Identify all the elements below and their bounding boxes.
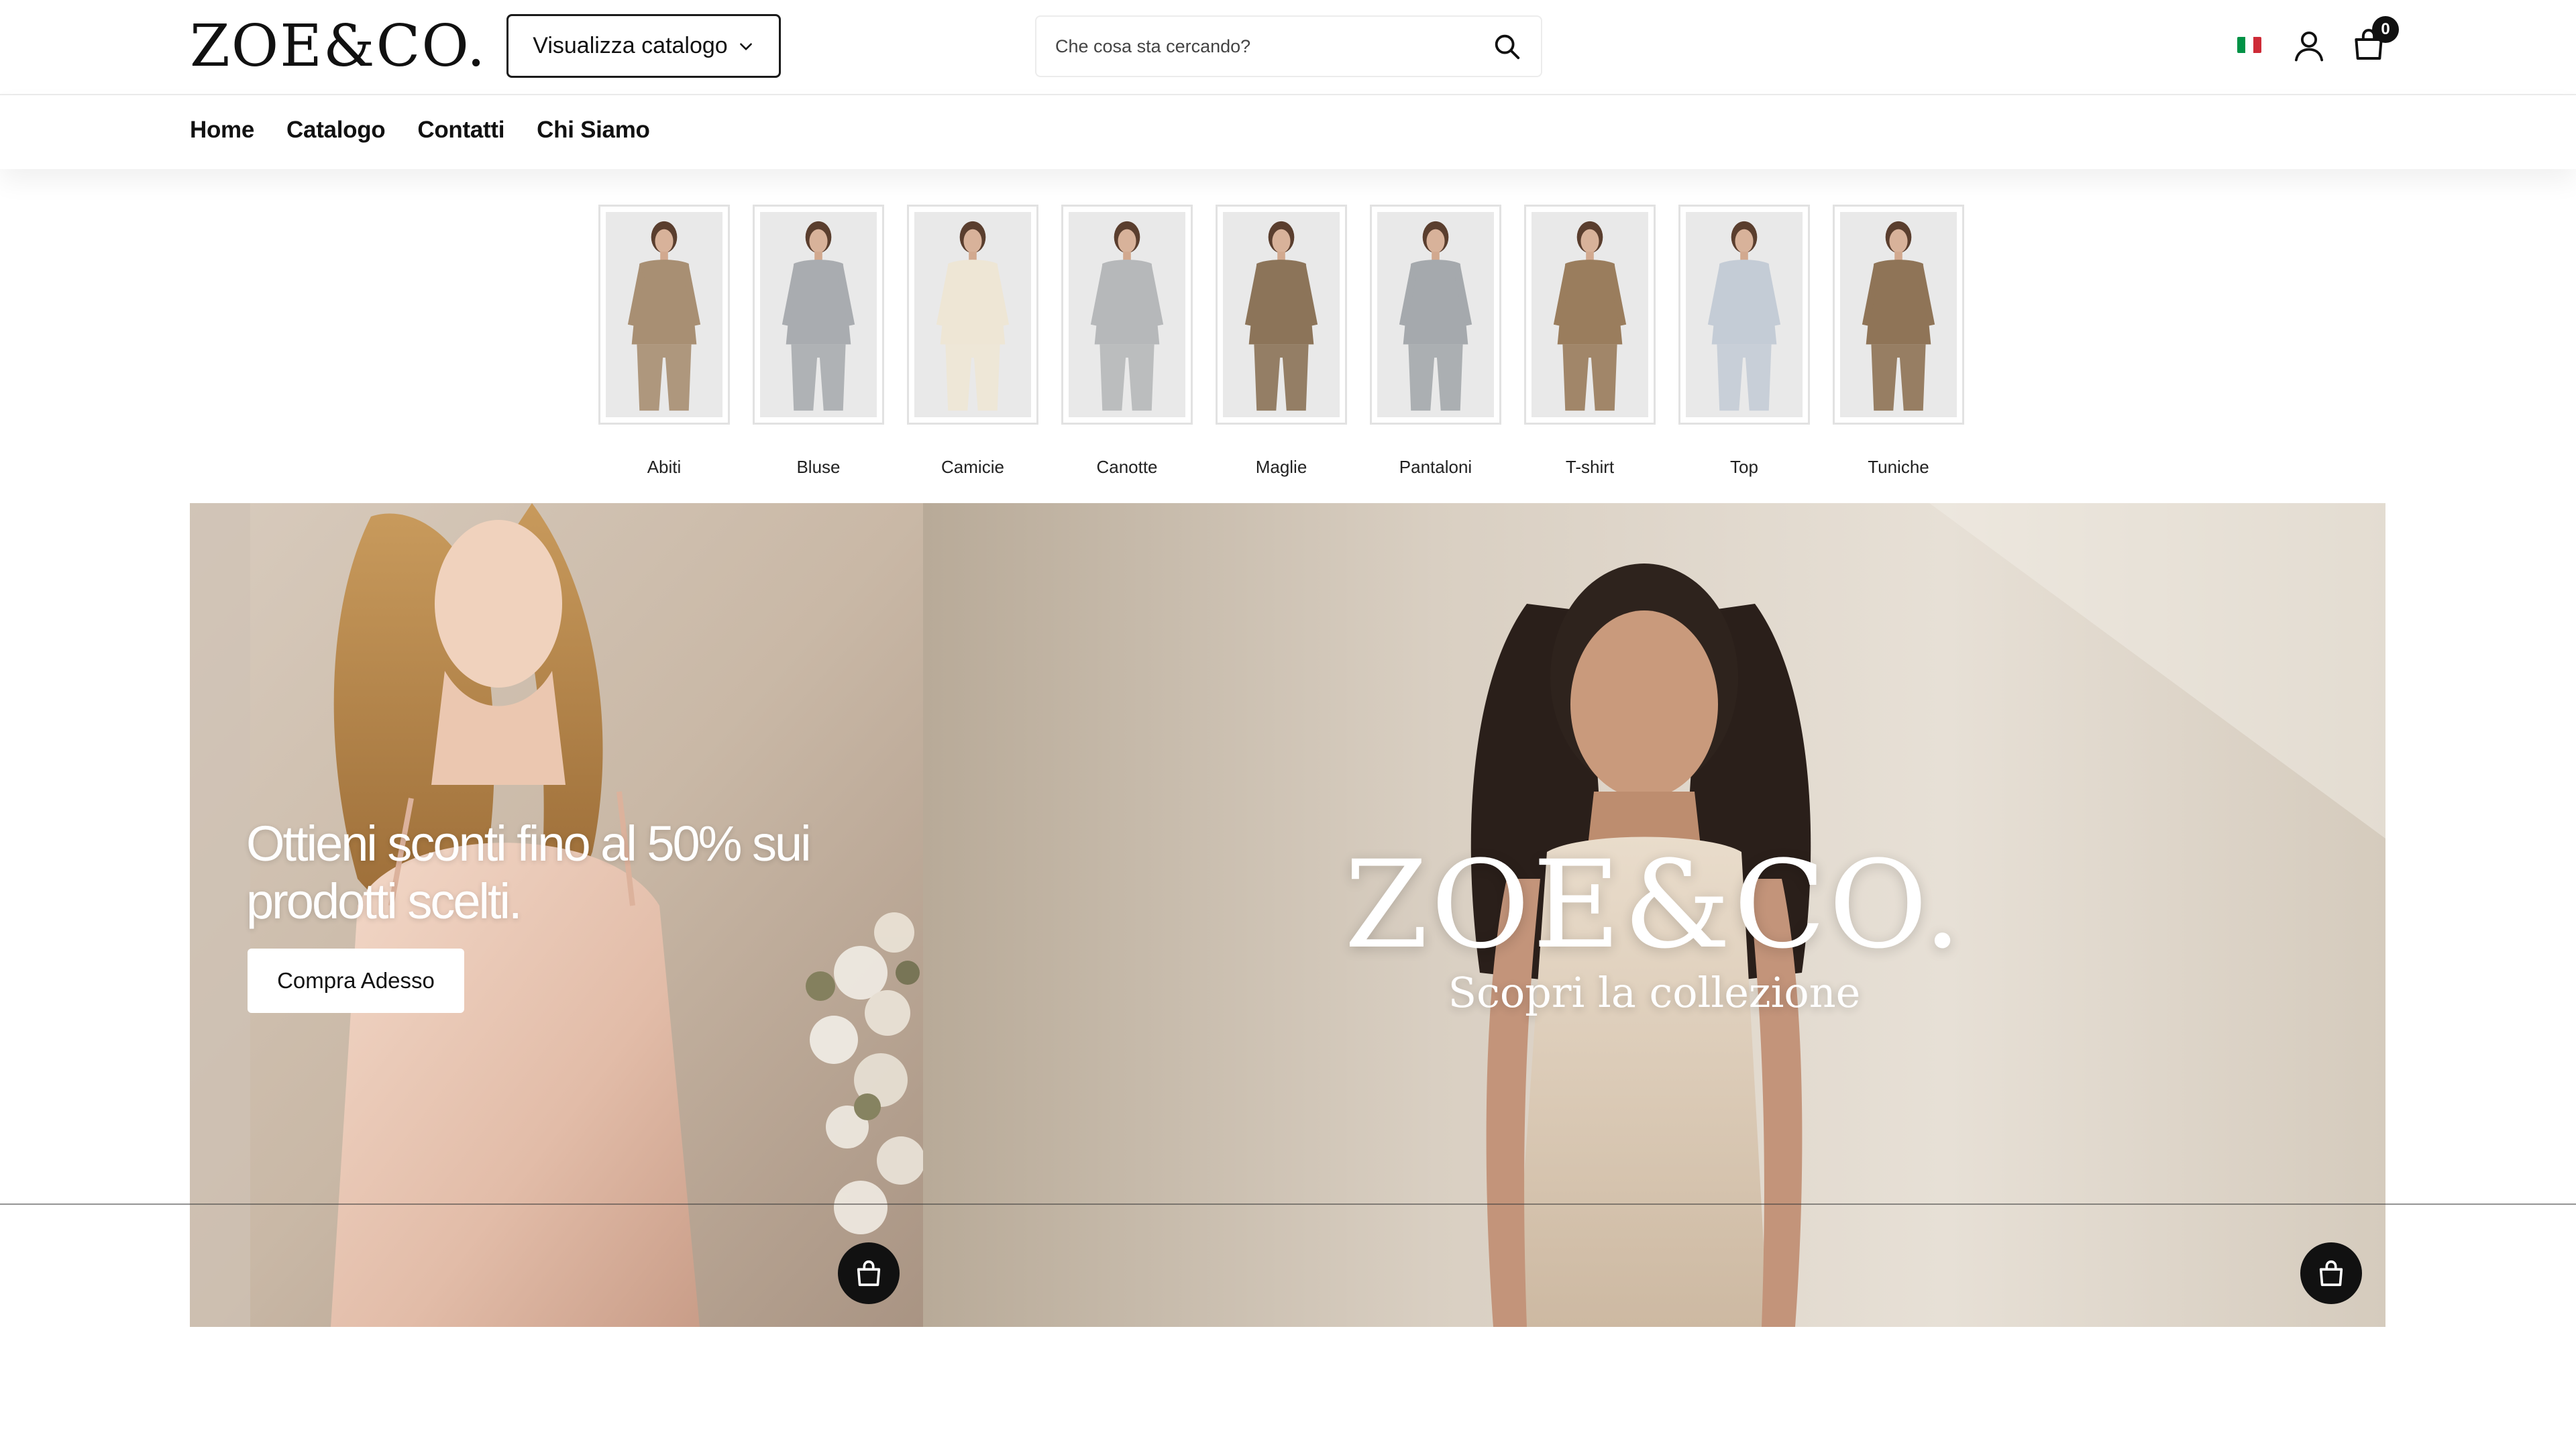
nav-item-catalogo[interactable]: Catalogo: [286, 117, 386, 144]
header-top: ZOE&CO. Visualizza catalogo 0: [0, 0, 2576, 95]
nav-item-chi-siamo[interactable]: Chi Siamo: [537, 117, 650, 144]
category-thumbnail[interactable]: [1061, 205, 1193, 425]
quick-shop-button[interactable]: [2300, 1242, 2362, 1304]
main-nav: Home Catalogo Contatti Chi Siamo: [0, 95, 2576, 169]
category-maglie[interactable]: Maglie: [1216, 205, 1347, 478]
sticky-divider: [0, 1203, 2576, 1205]
nav-item-contatti[interactable]: Contatti: [417, 117, 504, 144]
search-box: [1035, 15, 1542, 77]
category-top[interactable]: Top: [1678, 205, 1810, 478]
cart-count-badge: 0: [2372, 16, 2399, 43]
category-abiti[interactable]: Abiti: [598, 205, 730, 478]
category-strip: Abiti Bluse Camicie Canotte Maglie Pantaloni T…: [598, 205, 1964, 478]
category-camicie[interactable]: Camicie: [907, 205, 1038, 478]
category-label: Canotte: [1096, 457, 1158, 477]
search-icon[interactable]: [1491, 31, 1522, 62]
hero-logo: ZOE&CO.: [1344, 835, 1965, 975]
hero-subtitle: Scopri la collezione: [1448, 968, 1861, 1017]
category-t-shirt[interactable]: T-shirt: [1524, 205, 1656, 478]
italy-flag-icon[interactable]: [2237, 37, 2261, 53]
category-thumbnail[interactable]: [907, 205, 1038, 425]
category-label: Camicie: [941, 457, 1004, 477]
category-bluse[interactable]: Bluse: [753, 205, 884, 478]
category-thumbnail[interactable]: [598, 205, 730, 425]
shop-now-button[interactable]: Compra Adesso: [248, 949, 464, 1013]
category-label: Bluse: [796, 457, 841, 477]
promo-headline: Ottieni sconti fino al 50% sui prodotti …: [246, 816, 812, 929]
category-thumbnail[interactable]: [1216, 205, 1347, 425]
nav-item-home[interactable]: Home: [190, 117, 254, 144]
shopping-bag-icon: [857, 1260, 881, 1287]
search-input[interactable]: [1055, 36, 1485, 57]
category-thumbnail[interactable]: [1833, 205, 1964, 425]
category-pantaloni[interactable]: Pantaloni: [1370, 205, 1501, 478]
category-canotte[interactable]: Canotte: [1061, 205, 1193, 478]
category-label: Top: [1730, 457, 1758, 477]
shopping-bag-icon: [2319, 1260, 2343, 1287]
user-account-icon[interactable]: [2291, 27, 2327, 64]
catalog-button-label: Visualizza catalogo: [533, 33, 728, 58]
site-logo[interactable]: ZOE&CO.: [190, 16, 486, 76]
category-thumbnail[interactable]: [1524, 205, 1656, 425]
quick-shop-button[interactable]: [838, 1242, 900, 1304]
flag-stripe-green: [2237, 37, 2245, 53]
category-thumbnail[interactable]: [1370, 205, 1501, 425]
catalog-dropdown-button[interactable]: Visualizza catalogo: [506, 14, 781, 78]
category-tuniche[interactable]: Tuniche: [1833, 205, 1964, 478]
category-thumbnail[interactable]: [1678, 205, 1810, 425]
category-label: Pantaloni: [1399, 457, 1472, 477]
category-label: Maglie: [1255, 457, 1307, 477]
category-label: T-shirt: [1565, 457, 1615, 477]
category-label: Abiti: [647, 457, 682, 477]
chevron-down-icon: [739, 42, 752, 50]
category-thumbnail[interactable]: [753, 205, 884, 425]
flag-stripe-white: [2245, 37, 2253, 53]
category-label: Tuniche: [1868, 457, 1929, 477]
flag-stripe-red: [2253, 37, 2261, 53]
